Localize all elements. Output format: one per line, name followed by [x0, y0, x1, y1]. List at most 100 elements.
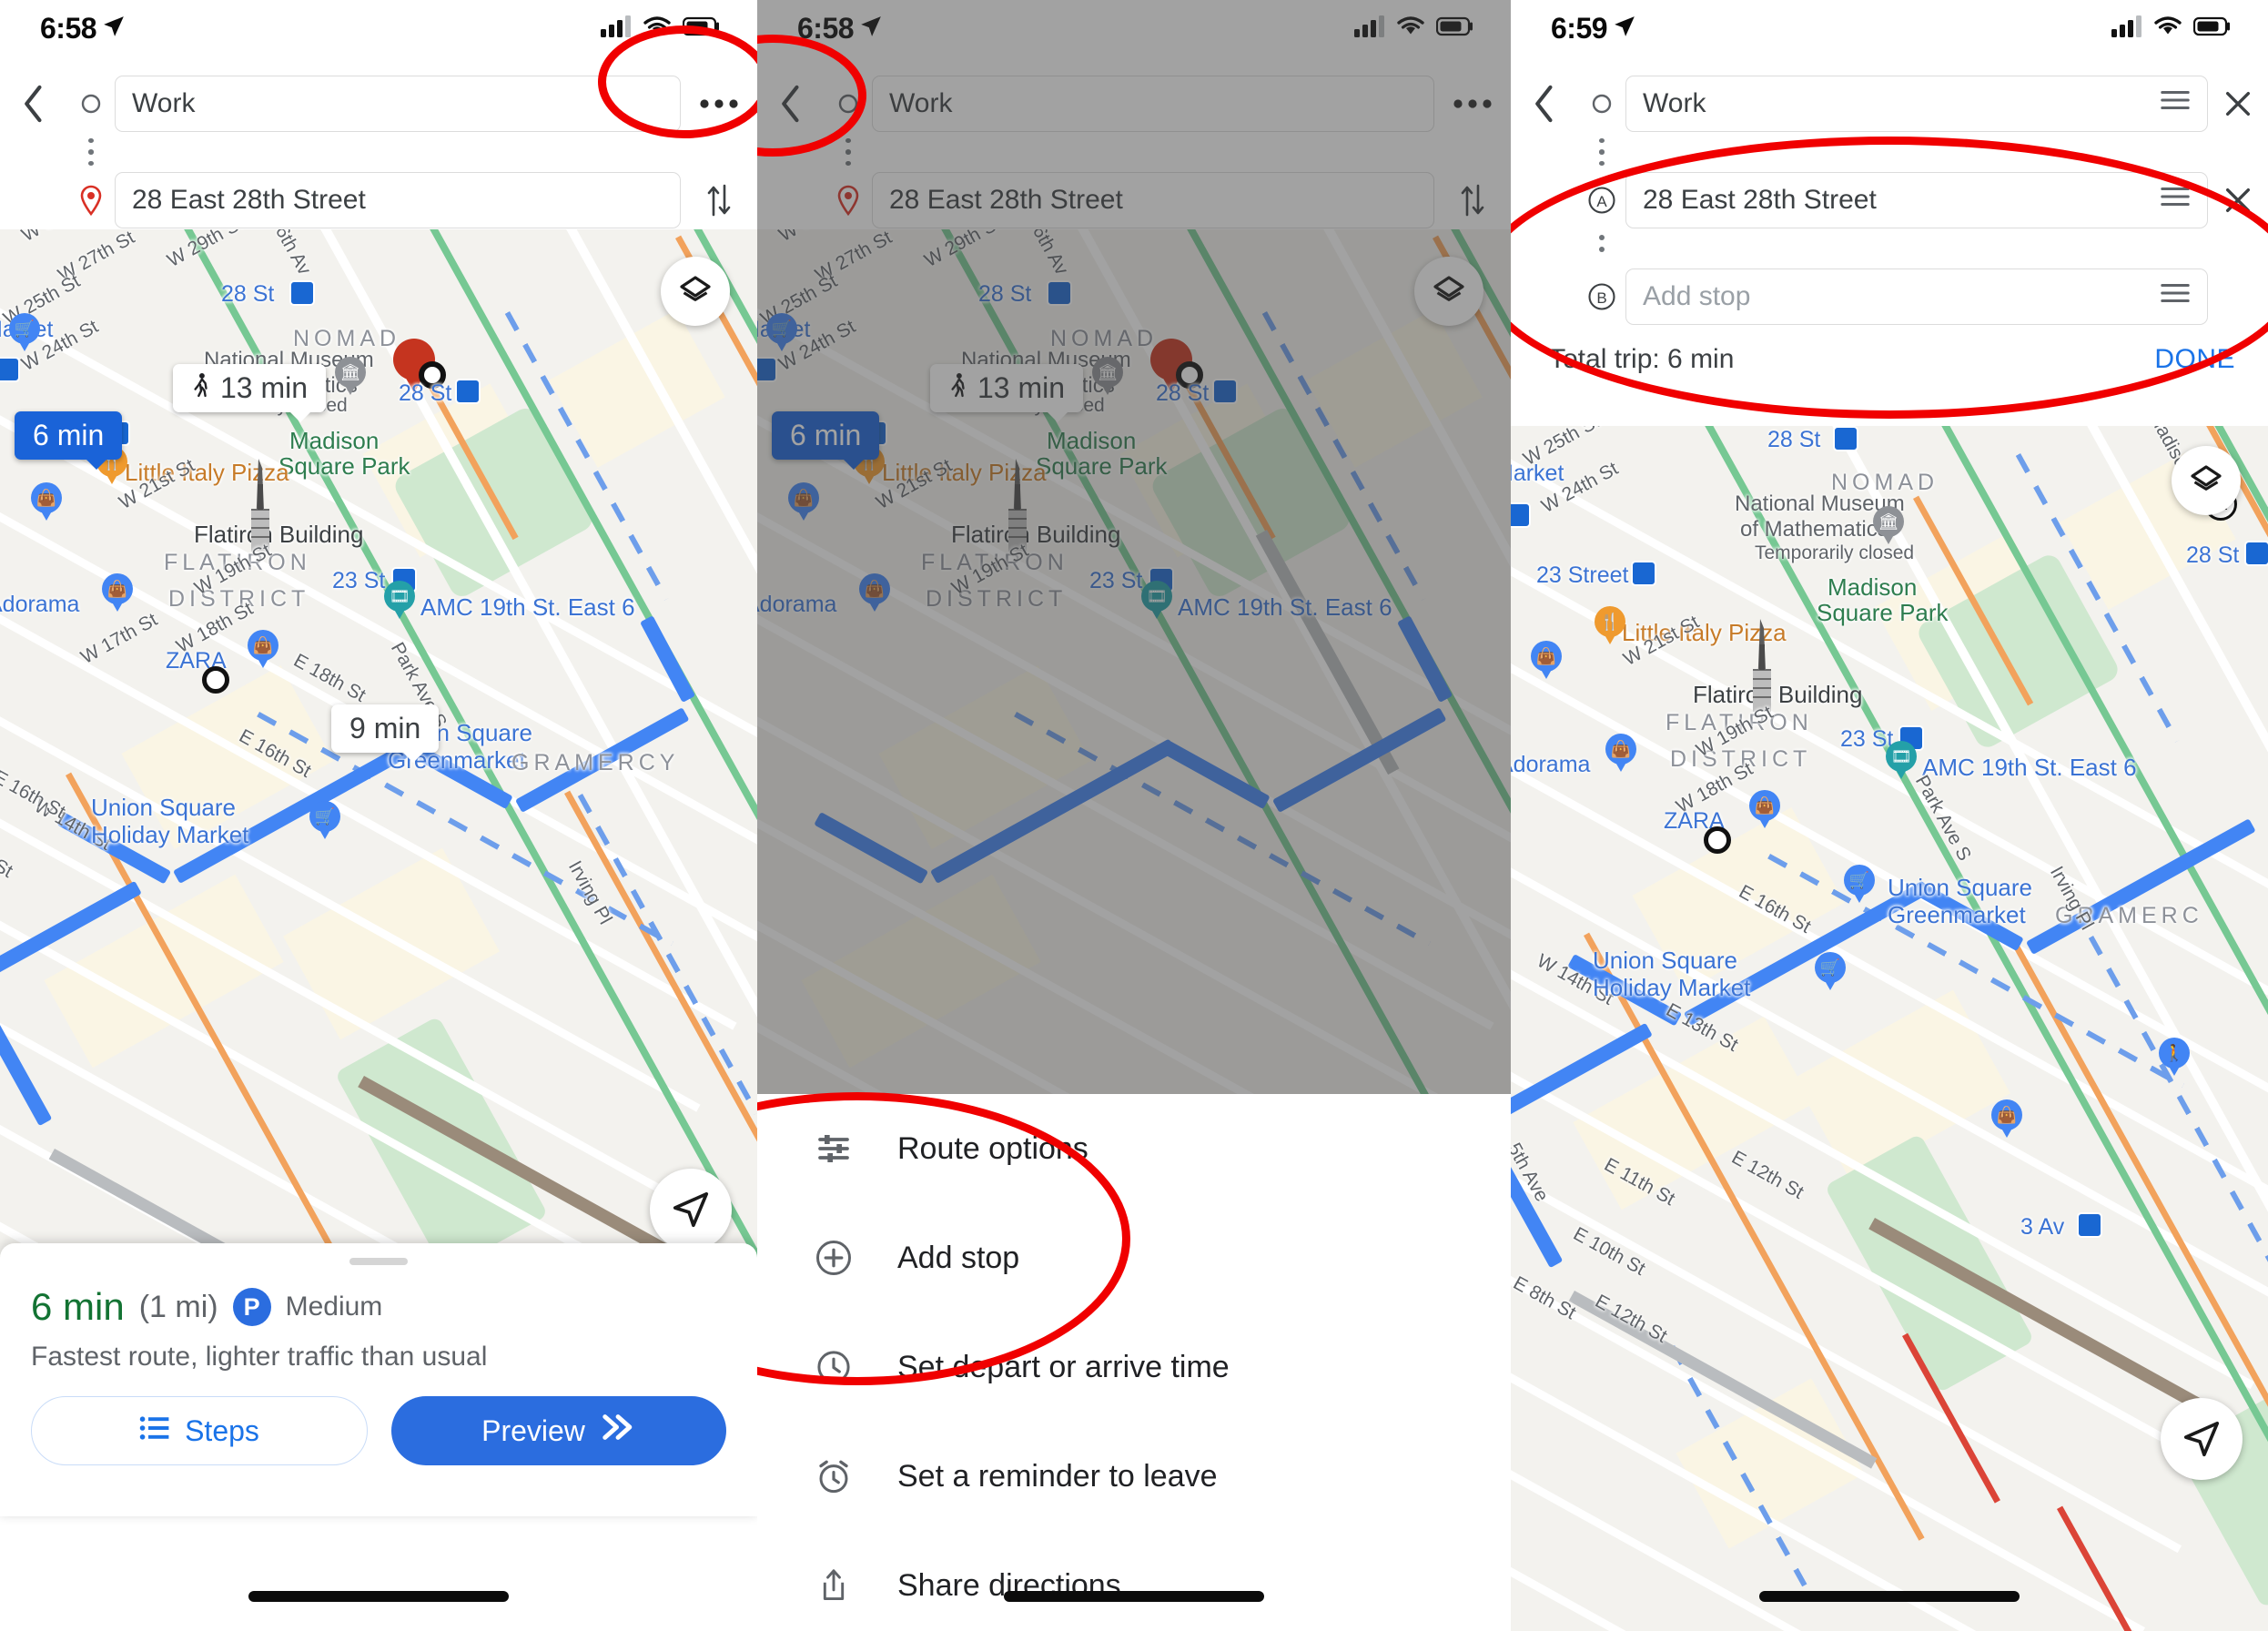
- drag-handle-icon[interactable]: [2160, 281, 2191, 312]
- modal-scrim[interactable]: [757, 0, 1511, 1094]
- map-pin-shop-1-p3[interactable]: 👜: [1531, 641, 1562, 683]
- layers-button-3[interactable]: [2172, 446, 2241, 515]
- map-pin-shop-4-p3[interactable]: 👜: [1991, 1099, 2022, 1141]
- stop-a-input[interactable]: 28 East 28th Street: [1625, 172, 2208, 228]
- transit-marker-23street-p3: [1631, 561, 1656, 586]
- recenter-button-3[interactable]: [2161, 1398, 2243, 1480]
- route-subtitle: Fastest route, lighter traffic than usua…: [31, 1342, 488, 1372]
- connector-dots: [67, 138, 115, 166]
- location-arrow-icon: [102, 12, 126, 46]
- list-icon: [139, 1414, 170, 1448]
- map-pin-walk-2-p3[interactable]: [2219, 1067, 2250, 1109]
- subway-marker-28st-b: [455, 379, 481, 404]
- drag-handle-icon[interactable]: [2160, 88, 2191, 119]
- subway-marker-28st-p3: [1833, 426, 1858, 451]
- recenter-button[interactable]: [650, 1169, 732, 1251]
- map-pin-pizza-p3[interactable]: 🍴: [1595, 606, 1625, 648]
- origin-row: Work: [0, 69, 757, 138]
- connector-dots-3a: [1578, 138, 1625, 166]
- route-actions: Steps Preview: [0, 1373, 757, 1489]
- total-trip-row: Total trip: 6 min DONE: [1511, 331, 2268, 382]
- subway-marker-3av-p3: [2077, 1212, 2102, 1238]
- route-connector-3a: [1511, 138, 2268, 166]
- directions-search-header: Work 28 East 28th Street: [0, 56, 757, 244]
- status-time-group: 6:58: [40, 12, 126, 46]
- route-duration: 6 min: [31, 1285, 125, 1328]
- route-options-sheet: Route options Add stop Set depart or arr…: [757, 1094, 1511, 1631]
- map-pin-market[interactable]: 🛒: [9, 313, 40, 355]
- preview-button[interactable]: Preview: [391, 1396, 726, 1465]
- sheet-grabber[interactable]: [349, 1258, 408, 1265]
- wifi-icon: [2153, 15, 2182, 42]
- map-pin-amc-p3[interactable]: 🎞: [1886, 741, 1917, 783]
- route-summary-card: 6 min (1 mi) P Medium Fastest route, lig…: [0, 1243, 757, 1516]
- done-button[interactable]: DONE: [2154, 344, 2235, 375]
- map-canvas-3[interactable]: W 25th St W 24th St 28 St Market NOMAD N…: [1511, 426, 2268, 1631]
- battery-icon: [682, 15, 721, 42]
- clock-icon: [808, 1348, 859, 1386]
- stop-b-placeholder: Add stop: [1643, 281, 1751, 311]
- map-pin-shop-2-p3[interactable]: 👜: [1605, 734, 1636, 775]
- status-bar-3: 6:59: [1511, 0, 2268, 56]
- share-icon: [808, 1566, 859, 1605]
- destination-pin-icon: [67, 185, 115, 216]
- sheet-item-route-options[interactable]: Route options: [757, 1094, 1511, 1203]
- map-pin-holidaymarket-p3[interactable]: 🛒: [1815, 952, 1846, 994]
- drag-handle-icon[interactable]: [2160, 185, 2191, 216]
- back-chevron-icon[interactable]: [1511, 84, 1578, 124]
- stop-a-value: 28 East 28th Street: [1643, 185, 1877, 215]
- sheet-item-share-directions[interactable]: Share directions: [757, 1531, 1511, 1631]
- status-bar: 6:58: [0, 0, 757, 56]
- preview-label: Preview: [481, 1413, 585, 1447]
- origin-input[interactable]: Work: [115, 76, 681, 132]
- map-pin-amc[interactable]: 🎞: [384, 581, 415, 623]
- route-time-badge[interactable]: 6 min: [15, 411, 123, 470]
- home-indicator-3: [1759, 1591, 2020, 1602]
- origin-input-3[interactable]: Work: [1625, 76, 2208, 132]
- alt-route-time-badge[interactable]: 9 min: [331, 704, 440, 763]
- stop-b-row: B Add stop: [1511, 262, 2268, 331]
- sheet-item-add-stop[interactable]: Add stop: [757, 1203, 1511, 1312]
- svg-text:B: B: [1596, 289, 1606, 307]
- panel-directions-overview: 6:58 Work 28 East 28th Street W 29th St …: [0, 0, 757, 1631]
- current-location-dot-p3: [1704, 826, 1731, 854]
- map-pin-shop-3[interactable]: 👜: [248, 630, 278, 672]
- swap-vertical-icon[interactable]: [681, 180, 757, 220]
- subway-marker-28st-b-p3: [2244, 541, 2268, 566]
- clear-origin-button[interactable]: [2208, 88, 2268, 119]
- flatiron-building-icon-p3: [1736, 617, 1787, 717]
- stop-b-input[interactable]: Add stop: [1625, 268, 2208, 325]
- route-connector: [0, 138, 757, 166]
- status-time-3: 6:59: [1551, 11, 1608, 45]
- walk-time-badge[interactable]: 13 min: [173, 364, 327, 422]
- more-options-button[interactable]: [681, 97, 757, 110]
- map-pin-museum[interactable]: 🏛: [335, 357, 366, 399]
- map-pin-shop-3-p3[interactable]: 👜: [1749, 790, 1780, 832]
- tune-icon: [808, 1130, 859, 1167]
- map-pin-walk-1-p3[interactable]: 🚶: [2159, 1038, 2190, 1079]
- destination-input[interactable]: 28 East 28th Street: [115, 172, 681, 228]
- wifi-icon: [643, 15, 672, 42]
- sheet-label-depart-arrive-time: Set depart or arrive time: [897, 1349, 1230, 1384]
- map-pin-shop-1[interactable]: 👜: [31, 482, 62, 524]
- back-chevron-icon[interactable]: [0, 84, 67, 124]
- layers-button[interactable]: [661, 257, 730, 326]
- steps-button[interactable]: Steps: [31, 1396, 368, 1465]
- current-location-dot: [202, 666, 229, 694]
- map-pin-museum-p3[interactable]: 🏛: [1873, 506, 1904, 548]
- map-pin-shop-2[interactable]: 👜: [102, 573, 133, 615]
- sheet-item-reminder-to-leave[interactable]: Set a reminder to leave: [757, 1422, 1511, 1531]
- map-pin-greenmarket-p3[interactable]: 🛒: [1844, 865, 1875, 907]
- map-canvas[interactable]: W 30th St W 29th St W 27th St W 25th St …: [0, 229, 757, 1358]
- sheet-label-reminder-to-leave: Set a reminder to leave: [897, 1458, 1218, 1494]
- svg-text:A: A: [1596, 193, 1607, 210]
- clear-stop-a-button[interactable]: [2208, 185, 2268, 216]
- origin-value-3: Work: [1643, 88, 1706, 118]
- subway-marker-28st: [289, 280, 315, 306]
- route-connector-3b: [1511, 235, 2268, 262]
- home-indicator-2: [1004, 1591, 1264, 1602]
- signal-bars-icon: [601, 15, 632, 42]
- stop-a-row: A 28 East 28th Street: [1511, 166, 2268, 235]
- map-pin-holidaymarket[interactable]: 🛒: [309, 801, 340, 843]
- sheet-item-depart-arrive-time[interactable]: Set depart or arrive time: [757, 1312, 1511, 1422]
